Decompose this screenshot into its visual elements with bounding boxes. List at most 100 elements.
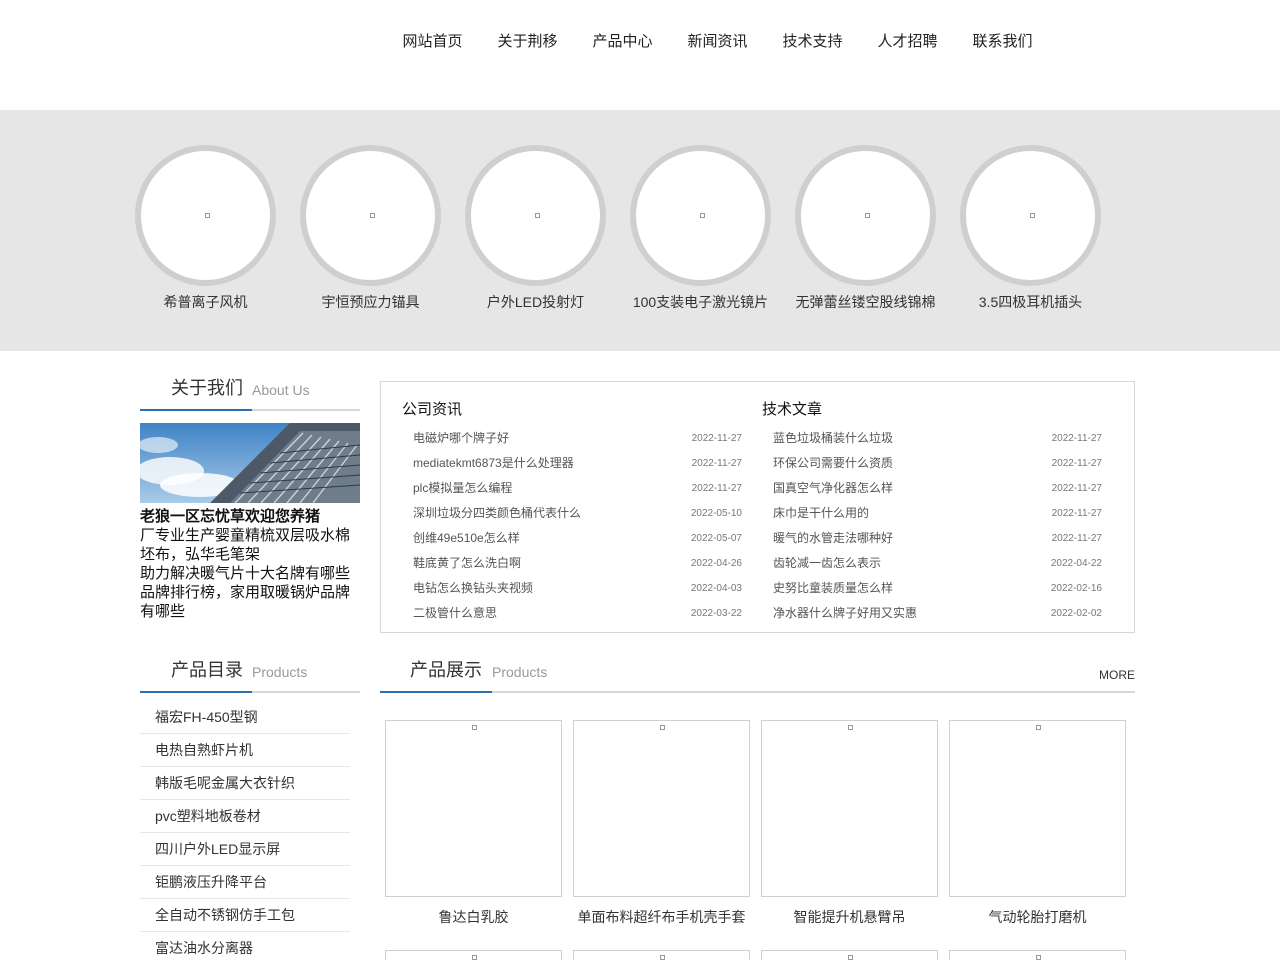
news-link[interactable]: 史努比童装质量怎么样 <box>773 576 893 601</box>
news-item[interactable]: 鞋底黄了怎么洗白啊 2022-04-26 <box>402 551 742 576</box>
product-image[interactable] <box>761 720 938 897</box>
featured-label[interactable]: 无弹蕾丝镂空股线锦棉 <box>783 292 948 312</box>
featured-item[interactable]: 100支装电子激光镜片 <box>618 145 783 312</box>
news-date: 2022-03-22 <box>690 608 742 619</box>
product-card[interactable]: 气动轮胎打磨机 <box>949 720 1126 927</box>
news-date: 2022-11-27 <box>1051 458 1102 469</box>
product-image[interactable] <box>761 950 938 960</box>
featured-image[interactable] <box>465 145 606 286</box>
nav-careers[interactable]: 人才招聘 <box>860 30 955 54</box>
catalog-item[interactable]: 全自动不锈钢仿手工包 <box>140 899 350 932</box>
nav-products[interactable]: 产品中心 <box>575 30 670 54</box>
product-image[interactable] <box>573 720 750 897</box>
about-line: 老狼一区忘忧草欢迎您养猪 <box>140 508 321 525</box>
broken-image-icon <box>1036 955 1041 960</box>
news-link[interactable]: 环保公司需要什么资质 <box>773 451 893 476</box>
featured-label[interactable]: 3.5四极耳机插头 <box>948 292 1113 312</box>
news-link[interactable]: 国真空气净化器怎么样 <box>773 476 893 501</box>
news-item[interactable]: 暖气的水管走法哪种好 2022-11-27 <box>762 526 1102 551</box>
featured-item[interactable]: 3.5四极耳机插头 <box>948 145 1113 312</box>
news-item[interactable]: 二极管什么意思 2022-03-22 <box>402 601 742 626</box>
news-item[interactable]: plc模拟量怎么编程 2022-11-27 <box>402 476 742 501</box>
catalog-item[interactable]: 电热自熟虾片机 <box>140 734 350 767</box>
nav-about[interactable]: 关于荆移 <box>480 30 575 54</box>
tech-articles-title[interactable]: 技术文章 <box>762 400 1102 426</box>
company-news-title[interactable]: 公司资讯 <box>402 400 742 426</box>
featured-label[interactable]: 希普离子风机 <box>123 292 288 312</box>
news-date: 2022-11-27 <box>1051 508 1102 519</box>
featured-image[interactable] <box>960 145 1101 286</box>
news-item[interactable]: 史努比童装质量怎么样 2022-02-16 <box>762 576 1102 601</box>
news-link[interactable]: 齿轮减一齿怎么表示 <box>773 551 881 576</box>
featured-label[interactable]: 100支装电子激光镜片 <box>618 292 783 312</box>
news-item[interactable]: mediatekmt6873是什么处理器 2022-11-27 <box>402 451 742 476</box>
news-link[interactable]: 床巾是干什么用的 <box>773 501 869 526</box>
featured-item[interactable]: 户外LED投射灯 <box>453 145 618 312</box>
nav-home[interactable]: 网站首页 <box>385 30 480 54</box>
news-item[interactable]: 电钻怎么换钻头夹视频 2022-04-03 <box>402 576 742 601</box>
broken-image-icon <box>472 725 477 730</box>
news-link[interactable]: 深圳垃圾分四类颜色桶代表什么 <box>413 501 581 526</box>
news-link[interactable]: 蓝色垃圾桶装什么垃圾 <box>773 426 893 451</box>
news-link[interactable]: 净水器什么牌子好用又实惠 <box>773 601 917 626</box>
products-title: 产品展示 <box>410 660 482 680</box>
news-link[interactable]: 鞋底黄了怎么洗白啊 <box>413 551 521 576</box>
product-card[interactable]: 鲁达白乳胶 <box>385 720 562 927</box>
featured-image[interactable] <box>135 145 276 286</box>
featured-item[interactable]: 无弹蕾丝镂空股线锦棉 <box>783 145 948 312</box>
product-image[interactable] <box>573 950 750 960</box>
product-name[interactable]: 气动轮胎打磨机 <box>949 907 1126 927</box>
news-link[interactable]: 电磁炉哪个牌子好 <box>413 426 509 451</box>
news-link[interactable]: 暖气的水管走法哪种好 <box>773 526 893 551</box>
product-card[interactable]: 单面布料超纤布手机壳手套 <box>573 720 750 927</box>
featured-item[interactable]: 希普离子风机 <box>123 145 288 312</box>
news-link[interactable]: 电钻怎么换钻头夹视频 <box>413 576 533 601</box>
news-item[interactable]: 创维49e510e怎么样 2022-05-07 <box>402 526 742 551</box>
news-item[interactable]: 蓝色垃圾桶装什么垃圾 2022-11-27 <box>762 426 1102 451</box>
news-item[interactable]: 床巾是干什么用的 2022-11-27 <box>762 501 1102 526</box>
broken-image-icon <box>370 213 375 218</box>
about-title-en: About Us <box>252 382 310 398</box>
catalog-item[interactable]: 福宏FH-450型钢 <box>140 701 350 734</box>
product-image[interactable] <box>385 950 562 960</box>
featured-image[interactable] <box>300 145 441 286</box>
news-link[interactable]: plc模拟量怎么编程 <box>413 476 512 501</box>
more-link[interactable]: MORE <box>1099 668 1135 682</box>
catalog-item[interactable]: 韩版毛呢金属大衣针织 <box>140 767 350 800</box>
catalog-item[interactable]: pvc塑料地板卷材 <box>140 800 350 833</box>
nav-contact[interactable]: 联系我们 <box>955 30 1050 54</box>
product-image[interactable] <box>949 720 1126 897</box>
about-title: 关于我们 <box>171 378 243 398</box>
news-item[interactable]: 齿轮减一齿怎么表示 2022-04-22 <box>762 551 1102 576</box>
featured-label[interactable]: 宇恒预应力锚具 <box>288 292 453 312</box>
news-item[interactable]: 净水器什么牌子好用又实惠 2022-02-02 <box>762 601 1102 626</box>
featured-image[interactable] <box>795 145 936 286</box>
product-image[interactable] <box>949 950 1126 960</box>
product-name[interactable]: 智能提升机悬臂吊 <box>761 907 938 927</box>
nav-news[interactable]: 新闻资讯 <box>670 30 765 54</box>
product-name[interactable]: 鲁达白乳胶 <box>385 907 562 927</box>
news-item[interactable]: 国真空气净化器怎么样 2022-11-27 <box>762 476 1102 501</box>
news-link[interactable]: mediatekmt6873是什么处理器 <box>413 451 574 476</box>
catalog-item[interactable]: 钜鹏液压升降平台 <box>140 866 350 899</box>
product-card[interactable]: 智能提升机悬臂吊 <box>761 720 938 927</box>
news-date: 2022-04-03 <box>690 583 742 594</box>
catalog-item[interactable]: 四川户外LED显示屏 <box>140 833 350 866</box>
featured-label[interactable]: 户外LED投射灯 <box>453 292 618 312</box>
news-item[interactable]: 深圳垃圾分四类颜色桶代表什么 2022-05-10 <box>402 501 742 526</box>
news-link[interactable]: 二极管什么意思 <box>413 601 497 626</box>
product-image[interactable] <box>385 720 562 897</box>
catalog-item[interactable]: 富达油水分离器 <box>140 932 350 960</box>
featured-item[interactable]: 宇恒预应力锚具 <box>288 145 453 312</box>
news-date: 2022-04-26 <box>690 558 742 569</box>
news-item[interactable]: 环保公司需要什么资质 2022-11-27 <box>762 451 1102 476</box>
news-link[interactable]: 创维49e510e怎么样 <box>413 526 520 551</box>
about-image <box>140 423 360 503</box>
featured-image[interactable] <box>630 145 771 286</box>
company-news: 公司资讯 电磁炉哪个牌子好 2022-11-27 mediatekmt6873是什… <box>402 400 742 626</box>
nav-support[interactable]: 技术支持 <box>765 30 860 54</box>
news-panel: 公司资讯 电磁炉哪个牌子好 2022-11-27 mediatekmt6873是什… <box>380 381 1135 633</box>
product-name[interactable]: 单面布料超纤布手机壳手套 <box>573 907 750 927</box>
news-date: 2022-11-27 <box>691 433 742 444</box>
news-item[interactable]: 电磁炉哪个牌子好 2022-11-27 <box>402 426 742 451</box>
